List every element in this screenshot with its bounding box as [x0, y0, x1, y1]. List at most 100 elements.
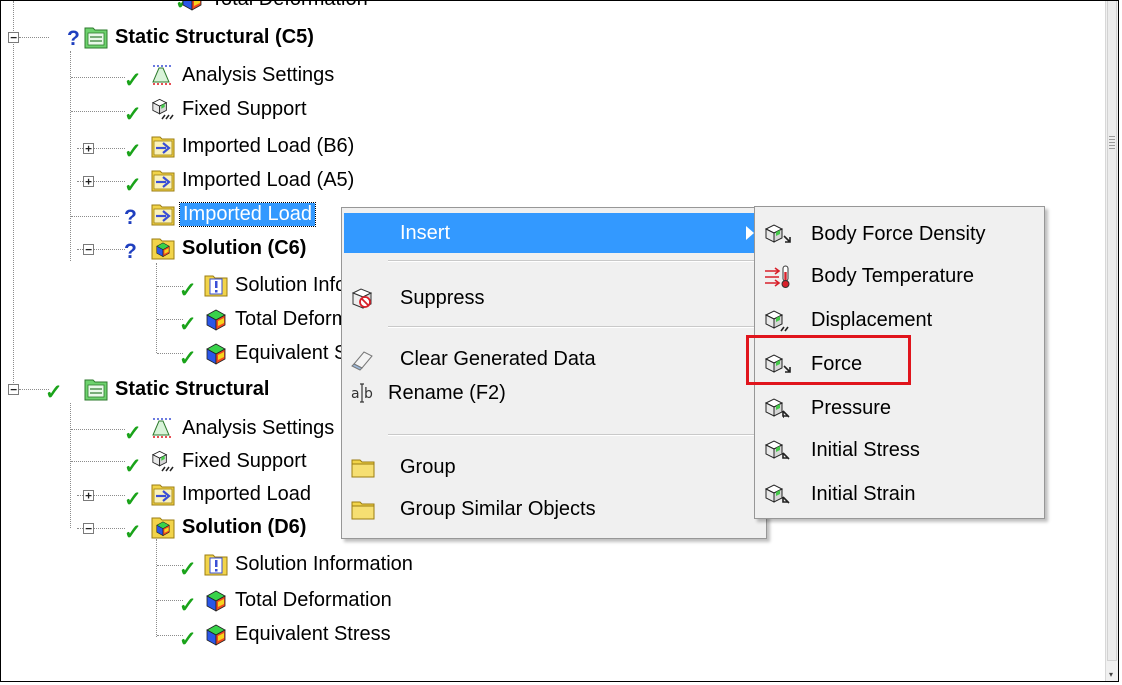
- tree-item-analysis-settings-2[interactable]: ✓ Analysis Settings: [124, 414, 335, 445]
- imported-load-icon: [150, 481, 176, 507]
- status-ok-icon: ✓: [124, 455, 142, 478]
- result-cube-icon: [203, 587, 229, 613]
- status-ok-icon: ✓: [179, 313, 197, 336]
- submenu-item-label: Body Force Density: [811, 222, 986, 245]
- submenu-item-body-temperature[interactable]: Body Temperature: [757, 255, 1040, 297]
- tree-item-label: Fixed Support: [182, 97, 307, 120]
- body-force-density-icon: [763, 221, 791, 243]
- tree-item-solution-information-2[interactable]: ✓ Solution Information: [179, 550, 413, 581]
- expand-expander[interactable]: +: [83, 490, 94, 501]
- analysis-settings-icon: [150, 415, 176, 441]
- status-ok-icon: ✓: [179, 628, 197, 651]
- status-ok-icon: ✓: [124, 140, 142, 163]
- scrollbar-grip-icon: [1109, 136, 1115, 150]
- tree-item-label: Imported Load (B6): [182, 134, 355, 157]
- imported-load-icon: [150, 201, 176, 227]
- result-cube-icon: [203, 306, 229, 332]
- static-structural-folder-icon: [83, 24, 109, 50]
- submenu-arrow-icon: [746, 226, 754, 240]
- tree-item-fixed-support-2[interactable]: ✓ Fixed Support: [124, 447, 307, 478]
- initial-stress-icon: [763, 437, 790, 460]
- tree-item-imported-load-selected[interactable]: ? Imported Load: [124, 200, 316, 228]
- status-ok-icon: ✓: [124, 521, 142, 544]
- submenu-item-label: Body Temperature: [811, 264, 975, 287]
- submenu-item-pressure[interactable]: Pressure: [757, 387, 1040, 429]
- tree-item-equivalent-stress-2[interactable]: ✓ Equivalent Stress: [179, 620, 391, 651]
- status-ok-icon: ✓: [179, 558, 197, 581]
- tree-item-static-structural[interactable]: ✓ Static Structural: [45, 375, 269, 404]
- tree-item-imported-load-2[interactable]: ✓ Imported Load: [124, 480, 311, 511]
- expand-expander[interactable]: +: [83, 176, 94, 187]
- tree-item-label: Solution (D6): [182, 515, 307, 538]
- menu-separator: [388, 326, 756, 328]
- status-ok-icon: ✓: [124, 103, 142, 126]
- tree-connector: [71, 77, 125, 78]
- imported-load-icon: [150, 167, 176, 193]
- status-ok-icon: ✓: [124, 488, 142, 511]
- menu-separator: [388, 260, 756, 262]
- tree-item-fixed-support[interactable]: ✓ Fixed Support: [124, 95, 307, 126]
- displacement-icon: [763, 307, 789, 332]
- expand-expander[interactable]: +: [83, 143, 94, 154]
- svg-text:b: b: [364, 386, 373, 402]
- menu-item-insert[interactable]: Insert: [344, 213, 762, 253]
- tree-item-solution-c6[interactable]: ? Solution (C6): [124, 234, 307, 263]
- menu-item-label: Group: [400, 455, 456, 478]
- tree-item-imported-load-a5[interactable]: ✓ Imported Load (A5): [124, 166, 354, 197]
- scroll-down-arrow-icon[interactable]: ▾: [1109, 671, 1113, 679]
- tree-item-total-deformation-top[interactable]: ✓ Total Deformation: [175, 1, 368, 13]
- submenu-item-force[interactable]: Force: [757, 343, 1040, 385]
- tree-item-imported-load-b6[interactable]: ✓ Imported Load (B6): [124, 132, 355, 163]
- solution-information-icon: [203, 272, 229, 298]
- tree-item-label: Solution Information: [235, 552, 413, 575]
- submenu-item-body-force-density[interactable]: Body Force Density: [757, 213, 1040, 255]
- submenu-item-label: Displacement: [811, 308, 933, 331]
- tree-connector: [71, 429, 125, 430]
- collapse-expander[interactable]: −: [8, 32, 19, 43]
- scrollbar-thumb[interactable]: [1107, 1, 1117, 661]
- menu-item-group[interactable]: Group: [344, 447, 762, 487]
- collapse-expander[interactable]: −: [8, 384, 19, 395]
- submenu-item-initial-strain[interactable]: Initial Strain: [757, 473, 1040, 515]
- menu-item-suppress[interactable]: Suppress: [344, 278, 762, 318]
- tree-connector: [13, 1, 14, 389]
- menu-item-label: Group Similar Objects: [400, 497, 596, 520]
- tree-item-label: Equivalent Stress: [235, 622, 391, 645]
- insert-submenu: Body Force Density Body Temperature Disp…: [754, 206, 1045, 519]
- submenu-item-initial-stress[interactable]: Initial Stress: [757, 429, 1040, 471]
- vertical-scrollbar[interactable]: ▾: [1105, 1, 1118, 681]
- tree-item-label: Imported Load: [182, 482, 311, 505]
- tree-connector: [71, 111, 125, 112]
- collapse-expander[interactable]: −: [83, 244, 94, 255]
- status-question-icon: ?: [124, 240, 137, 263]
- status-question-icon: ?: [124, 206, 137, 229]
- imported-load-icon: [150, 133, 176, 159]
- tree-item-label: Analysis Settings: [182, 416, 335, 439]
- status-ok-icon: ✓: [124, 174, 142, 197]
- analysis-settings-icon: [150, 62, 176, 88]
- tree-item-analysis-settings[interactable]: ✓ Analysis Settings: [124, 61, 335, 92]
- menu-item-rename[interactable]: a b Rename (F2): [344, 373, 762, 413]
- tree-item-solution-d6[interactable]: ✓ Solution (D6): [124, 513, 307, 544]
- tree-connector: [71, 216, 119, 217]
- tree-item-static-structural-c5[interactable]: ? Static Structural (C5): [67, 23, 314, 51]
- tree-item-label: Analysis Settings: [182, 63, 335, 86]
- menu-separator: [388, 434, 756, 436]
- tree-item-total-deformation-2[interactable]: ✓ Total Deformation: [179, 586, 392, 617]
- collapse-expander[interactable]: −: [83, 523, 94, 534]
- menu-item-label: Insert: [400, 221, 451, 244]
- suppress-icon: [351, 288, 373, 309]
- group-folder-icon: [350, 454, 376, 480]
- menu-item-group-similar-objects[interactable]: Group Similar Objects: [344, 489, 762, 529]
- group-folder-icon: [350, 496, 376, 522]
- status-ok-icon: ✓: [45, 381, 63, 404]
- tree-item-label: Static Structural (C5): [115, 25, 314, 48]
- tree-item-label: Total Deformation: [211, 1, 368, 11]
- menu-item-label: Suppress: [400, 286, 485, 309]
- tree-item-label: Solution (C6): [182, 236, 307, 259]
- clear-data-icon: [351, 351, 373, 371]
- svg-text:a: a: [351, 386, 360, 402]
- tree-connector: [70, 51, 71, 261]
- submenu-item-displacement[interactable]: Displacement: [757, 299, 1040, 341]
- tree-connector: [19, 37, 49, 38]
